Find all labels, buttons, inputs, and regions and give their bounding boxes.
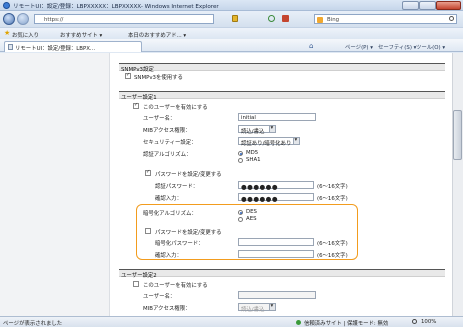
address-field[interactable]: https:// [34,14,214,24]
tab-label: リモートUI：設定/登録：LBPX... [15,46,96,52]
chevron-down-icon [269,125,275,132]
set-enc-password-checkbox[interactable] [145,228,151,234]
window-title: リモートUI：設定/登録：LBPXXXXX：LBPXXXXX- Windows … [13,4,219,10]
set-auth-password-checkbox[interactable] [145,169,151,176]
vertical-scrollbar[interactable] [452,53,463,316]
page-icon [8,44,13,50]
auth-sha1-label: SHA1 [246,157,261,163]
window-titlebar: リモートUI：設定/登録：LBPXXXXX：LBPXXXXX- Windows … [0,0,463,11]
section-header-snmpv3: SNMPv3設定 [119,63,445,73]
status-bar: ページが表示されました 信頼済みサイト | 保護モード: 無効 100% [0,316,463,327]
page-menu[interactable]: ページ(P) ▾ [345,43,373,51]
zoom-level[interactable]: 100% [421,319,436,325]
search-engine-label: Bing [327,16,340,23]
auth-sha1-radio[interactable] [238,158,243,163]
lock-icon[interactable] [232,15,238,22]
ie-icon [3,2,10,9]
user1-enable-checkbox[interactable] [133,102,139,109]
enc-aes-label: AES [246,216,257,222]
enc-algo-label: 暗号化アルゴリズム： [143,211,197,217]
user1-username-label: ユーザー名： [143,116,176,122]
favorites-star-icon: ★ [4,29,11,37]
home-icon[interactable]: ⌂ [309,42,313,50]
chevron-down-icon [269,303,275,310]
search-field[interactable]: Bing [314,14,457,24]
enc-confirm-field[interactable] [238,250,314,258]
user2-username-field[interactable] [238,291,316,299]
enc-confirm-hint: (6〜16文字) [317,253,348,259]
minimize-button[interactable] [402,1,419,10]
auth-password-hint: (6〜16文字) [317,184,348,190]
zoom-icon[interactable] [412,319,417,324]
close-button[interactable] [436,1,461,10]
user1-enable-label: このユーザーを有効にする [143,104,208,111]
user1-security-select[interactable]: 認証あり/暗号化あり [238,137,300,147]
auth-password-field[interactable]: ●●●●●● [238,181,314,191]
enc-des-radio[interactable] [238,210,243,215]
auth-md5-radio[interactable] [238,151,243,156]
user2-username-label: ユーザー名： [143,294,176,300]
chevron-down-icon [293,137,299,144]
enc-confirm-label: 確認入力： [155,253,182,259]
user2-mib-label: MIBアクセス権限： [143,306,191,312]
address-url: https:// [44,16,64,23]
user1-mib-select[interactable]: 読込/書込 [238,125,276,135]
favorites-link-2[interactable]: 本日のおすすめアド... ▾ [128,31,186,39]
tools-menu[interactable]: ツール(O) ▾ [416,43,445,51]
user2-mib-select[interactable]: 読込/書込 [238,303,276,313]
snmpv3-enable-label: SNMPv3を使用する [134,74,183,81]
back-icon[interactable] [3,13,15,25]
user2-enable-checkbox[interactable] [133,281,139,287]
enc-password-hint: (6〜16文字) [317,241,348,247]
favorites-bar: ★ お気に入り おすすめサイト ▾ 本日のおすすめアド... ▾ [0,27,463,39]
page-content: SNMPv3設定 SNMPv3を使用する ユーザー設定1 このユーザーを有効にす… [0,53,452,316]
favorites-button[interactable]: お気に入り [12,31,39,39]
user1-security-label: セキュリティー設定： [143,140,197,146]
enc-password-field[interactable] [238,238,314,246]
snmpv3-enable-checkbox[interactable] [125,72,131,79]
auth-password-label: 認証パスワード： [155,184,199,190]
enc-des-label: DES [246,209,257,215]
safety-menu[interactable]: セーフティ(S) ▾ [378,43,416,51]
enc-aes-radio[interactable] [238,217,243,222]
user1-auth-algo-label: 認証アルゴリズム： [143,152,192,158]
user2-enable-label: このユーザーを有効にする [143,282,208,289]
status-text: ページが表示されました [3,321,63,327]
refresh-icon[interactable] [268,15,275,22]
section-header-user2: ユーザー設定2 [119,269,445,279]
maximize-button[interactable] [419,1,436,10]
trusted-site-icon [296,319,301,325]
forward-icon[interactable] [17,13,29,25]
favorites-link-1[interactable]: おすすめサイト ▾ [60,31,102,39]
user1-username-field[interactable]: initial [238,113,316,121]
enc-password-label: 暗号化パスワード： [155,241,204,247]
auth-confirm-field[interactable]: ●●●●●● [238,193,314,203]
left-nav-panel [0,53,110,316]
user1-mib-label: MIBアクセス権限： [143,128,191,134]
stop-icon[interactable] [282,15,289,22]
tab-remote-ui[interactable]: リモートUI：設定/登録：LBPX... [4,41,142,52]
set-enc-password-label: パスワードを設定/変更する [155,229,222,236]
zone-text: 信頼済みサイト | 保護モード: 無効 [304,321,389,327]
section-header-user1: ユーザー設定1 [119,91,445,101]
set-auth-password-label: パスワードを設定/変更する [155,171,222,178]
search-icon[interactable] [449,16,454,21]
auth-md5-label: MD5 [246,150,259,156]
auth-confirm-label: 確認入力： [155,196,182,202]
bing-icon [317,16,323,23]
auth-confirm-hint: (6〜16文字) [317,196,348,202]
scrollbar-thumb[interactable] [453,110,462,160]
